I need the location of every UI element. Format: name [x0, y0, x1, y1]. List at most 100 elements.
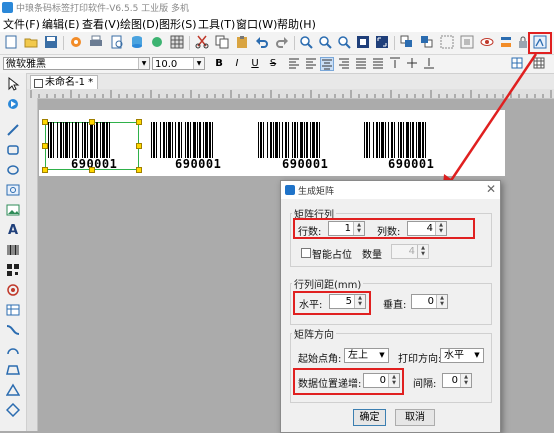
line-tool-icon[interactable]: [6, 123, 20, 137]
cancel-button[interactable]: 取消: [395, 409, 435, 426]
menu-window[interactable]: 窗口(W): [236, 16, 277, 32]
export-icon[interactable]: [150, 35, 164, 49]
align-left-icon[interactable]: [304, 57, 318, 71]
settings-icon[interactable]: [69, 35, 83, 49]
tab-document[interactable]: 未命名-1 *: [30, 75, 99, 89]
strikethrough-button[interactable]: S: [266, 57, 280, 71]
zoom-out-icon[interactable]: [318, 35, 332, 49]
qrcode-tool-icon[interactable]: [6, 263, 20, 277]
horizontal-spacing-stepper[interactable]: 5 ▲ ▼: [329, 294, 366, 309]
diamond-tool-icon[interactable]: [6, 403, 20, 417]
menu-edit[interactable]: 编辑(E): [42, 16, 80, 32]
stamp-tool-icon[interactable]: [6, 283, 20, 297]
full-page-icon[interactable]: [375, 35, 389, 49]
menu-help[interactable]: 帮助(H): [277, 16, 316, 32]
spin-arrows-icon[interactable]: ▲ ▼: [435, 222, 446, 235]
text-middle-icon[interactable]: [405, 57, 419, 71]
front-icon[interactable]: [400, 35, 414, 49]
resize-handle[interactable]: [89, 119, 95, 125]
resize-handle[interactable]: [136, 143, 142, 149]
resize-handle[interactable]: [42, 143, 48, 149]
print-direction-value: 水平: [444, 350, 464, 361]
horizontal-label: 水平:: [299, 300, 323, 311]
close-icon[interactable]: ✕: [486, 182, 496, 196]
pointer-icon[interactable]: [6, 77, 20, 91]
spin-arrows-icon[interactable]: ▲ ▼: [417, 245, 428, 258]
spin-arrows-icon[interactable]: ▲ ▼: [388, 374, 399, 387]
print-icon[interactable]: [89, 35, 103, 49]
menu-shape[interactable]: 图形(S): [159, 16, 197, 32]
smart-placeholder-checkbox[interactable]: [301, 248, 311, 258]
zoom-fit-icon[interactable]: [337, 35, 351, 49]
rows-stepper[interactable]: 1 ▲ ▼: [328, 221, 365, 236]
menu-view[interactable]: 查看(V): [82, 16, 120, 32]
spin-arrows-icon[interactable]: ▲ ▼: [353, 222, 364, 235]
resize-handle[interactable]: [136, 167, 142, 173]
dialog-title-bar: 生成矩阵 ✕: [281, 181, 500, 199]
data-increment-stepper[interactable]: 0 ▲ ▼: [363, 373, 400, 388]
arc-tool-icon[interactable]: [6, 343, 20, 357]
chevron-down-icon[interactable]: ▼: [376, 349, 388, 362]
curve-tool-icon[interactable]: [6, 323, 20, 337]
open-icon[interactable]: [24, 35, 38, 49]
spin-arrows-icon[interactable]: ▲ ▼: [354, 295, 365, 308]
underline-button[interactable]: U: [248, 57, 262, 71]
text-top-icon[interactable]: [388, 57, 402, 71]
barcode-2[interactable]: [151, 122, 239, 158]
resize-handle[interactable]: [42, 167, 48, 173]
image-tool-icon[interactable]: [6, 183, 20, 197]
rectangle-tool-icon[interactable]: [6, 143, 20, 157]
count-stepper[interactable]: 4 ▲ ▼: [391, 244, 429, 259]
grid-icon[interactable]: [170, 35, 184, 49]
barcode-1[interactable]: [48, 122, 136, 158]
table-tool-icon[interactable]: [6, 303, 20, 317]
vertical-spacing-stepper[interactable]: 0 ▲ ▼: [411, 294, 448, 309]
barcode-tool-icon[interactable]: [6, 243, 20, 257]
ellipse-tool-icon[interactable]: [6, 163, 20, 177]
align-center-icon[interactable]: [320, 57, 334, 71]
save-icon[interactable]: [44, 35, 58, 49]
bold-button[interactable]: B: [212, 57, 226, 71]
polygon-tool-icon[interactable]: [6, 363, 20, 377]
gap-stepper[interactable]: 0 ▲ ▼: [442, 373, 472, 388]
resize-handle[interactable]: [42, 119, 48, 125]
print-preview-icon[interactable]: [110, 35, 124, 49]
chevron-down-icon[interactable]: ▼: [471, 349, 483, 362]
barcode-3[interactable]: [258, 122, 346, 158]
spin-arrows-icon[interactable]: ▲ ▼: [460, 374, 471, 387]
start-corner-select[interactable]: 左上 ▼: [344, 348, 389, 363]
vertical-label: 垂直:: [383, 300, 407, 311]
zoom-in-icon[interactable]: [299, 35, 313, 49]
drawing-tools-panel: A: [0, 73, 27, 431]
italic-button[interactable]: I: [230, 57, 244, 71]
actual-size-icon[interactable]: [356, 35, 370, 49]
copy-icon[interactable]: [215, 35, 229, 49]
justify-icon[interactable]: [354, 57, 368, 71]
paste-icon[interactable]: [235, 35, 249, 49]
font-family-select[interactable]: 微软雅黑 ▼: [3, 57, 150, 70]
menu-tools[interactable]: 工具(T): [198, 16, 235, 32]
print-direction-select[interactable]: 水平 ▼: [440, 348, 484, 363]
align-left-icon[interactable]: [287, 57, 301, 71]
resize-handle[interactable]: [89, 167, 95, 173]
distribute-icon[interactable]: [371, 57, 385, 71]
rotate-icon[interactable]: [6, 97, 20, 111]
undo-icon[interactable]: [255, 35, 269, 49]
chevron-down-icon[interactable]: ▼: [193, 58, 204, 69]
cols-stepper[interactable]: 4 ▲ ▼: [407, 221, 447, 236]
menu-file[interactable]: 文件(F): [3, 16, 40, 32]
spin-arrows-icon[interactable]: ▲ ▼: [436, 295, 447, 308]
database-icon[interactable]: [130, 35, 144, 49]
picture-tool-icon[interactable]: [6, 203, 20, 217]
align-right-icon[interactable]: [337, 57, 351, 71]
cut-icon[interactable]: [195, 35, 209, 49]
triangle-tool-icon[interactable]: [6, 383, 20, 397]
resize-handle[interactable]: [136, 119, 142, 125]
font-size-select[interactable]: 10.0 ▼: [152, 57, 205, 70]
ok-button[interactable]: 确定: [353, 409, 386, 426]
redo-icon[interactable]: [275, 35, 289, 49]
text-tool-icon[interactable]: A: [6, 223, 20, 238]
chevron-down-icon[interactable]: ▼: [138, 58, 149, 69]
new-icon[interactable]: [4, 35, 18, 49]
menu-draw[interactable]: 绘图(D): [120, 16, 159, 32]
